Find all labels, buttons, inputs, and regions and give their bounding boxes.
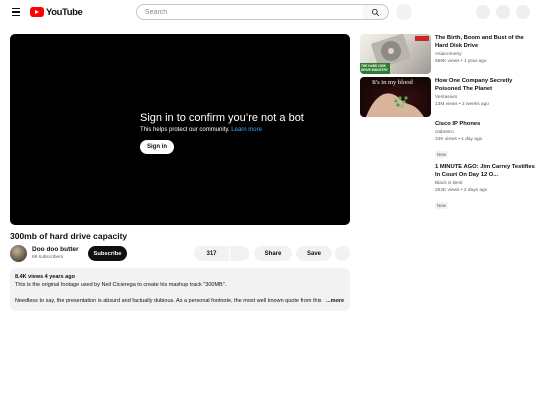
sign-in-button[interactable]: Sign in xyxy=(140,140,174,154)
account-avatar[interactable] xyxy=(516,5,530,19)
voice-search-button[interactable] xyxy=(396,4,412,20)
channel-name[interactable]: Doo doo butter xyxy=(32,246,79,254)
description-line: Needless to say, the presentation is abs… xyxy=(15,298,322,304)
dislike-button[interactable] xyxy=(230,246,249,261)
menu-icon[interactable] xyxy=(9,5,23,19)
related-title: 1 MINUTE AGO: Jim Carrey Testifies In Co… xyxy=(435,164,535,178)
search-input[interactable] xyxy=(136,4,363,20)
related-meta: 34K views • 1 day ago xyxy=(435,137,483,142)
subscriber-count: 69 subscribers xyxy=(32,255,64,260)
related-info: How One Company Secretly Poisoned The Pl… xyxy=(435,77,535,108)
related-meta: 655K views • 1 year ago xyxy=(435,59,487,64)
new-badge: New xyxy=(435,202,449,209)
search-button[interactable] xyxy=(362,4,389,20)
save-button[interactable]: Save xyxy=(296,246,332,261)
thumbnail-caption: THE HARD DISK DRIVE INDUSTRY xyxy=(361,64,388,72)
related-title: The Birth, Boom and Bust of the Hard Dis… xyxy=(435,35,524,49)
create-icon[interactable] xyxy=(476,5,490,19)
subscribe-button[interactable]: Subscribe xyxy=(88,246,127,261)
related-meta: 262K views • 2 days ago xyxy=(435,188,488,193)
related-info: The Birth, Boom and Bust of the Hard Dis… xyxy=(435,34,535,65)
thumbnail-caption: It's in my blood xyxy=(372,79,413,86)
related-title: How One Company Secretly Poisoned The Pl… xyxy=(435,78,513,92)
view-count-date: 8.4K views 4 years ago xyxy=(15,274,75,280)
like-button[interactable]: 317 xyxy=(194,246,229,261)
description-box[interactable]: 8.4K views 4 years ago This is the origi… xyxy=(10,268,350,311)
related-channel: clabretro xyxy=(435,130,454,135)
learn-more-link[interactable]: Learn more xyxy=(231,127,262,133)
related-channel: Black is Best xyxy=(435,181,463,186)
related-video[interactable]: 1 MINUTE AGO: Jim Carrey Testifies In Co… xyxy=(360,163,535,209)
bot-check-message: Sign in to confirm you’re not a bot This… xyxy=(140,112,304,154)
bot-check-subtitle: This helps protect our community. Learn … xyxy=(140,126,304,135)
related-meta: 13M views • 2 weeks ago xyxy=(435,102,489,107)
related-video[interactable]: It's in my blood How One Company Secretl… xyxy=(360,77,535,117)
bot-check-title: Sign in to confirm you’re not a bot xyxy=(140,112,304,124)
search-icon xyxy=(371,8,379,16)
related-channel: Asianometry xyxy=(435,52,462,57)
related-info: Cisco IP Phones clabretro 34K views • 1 … xyxy=(435,120,535,161)
masthead: YouTube xyxy=(0,0,540,24)
youtube-logo[interactable]: YouTube xyxy=(30,6,83,18)
related-info: 1 MINUTE AGO: Jim Carrey Testifies In Co… xyxy=(435,163,535,212)
related-thumbnail[interactable]: It's in my blood xyxy=(360,77,431,117)
more-actions-button[interactable] xyxy=(335,246,350,261)
description-line: This is the original footage used by Nei… xyxy=(15,282,227,288)
video-player[interactable]: Sign in to confirm you’re not a bot This… xyxy=(10,34,350,225)
new-badge: New xyxy=(435,151,449,158)
logo-text: YouTube xyxy=(46,6,83,18)
share-button[interactable]: Share xyxy=(254,246,292,261)
youtube-play-icon xyxy=(30,7,44,17)
description-more-button[interactable]: ...more xyxy=(324,297,345,305)
bot-check-subtitle-text: This helps protect our community. xyxy=(140,127,230,133)
related-thumbnail[interactable]: THE HARD DISK DRIVE INDUSTRY xyxy=(360,34,431,74)
related-video[interactable]: Cisco IP Phones clabretro 34K views • 1 … xyxy=(360,120,535,160)
video-title: 300mb of hard drive capacity xyxy=(10,231,128,241)
channel-avatar[interactable] xyxy=(10,245,27,262)
related-title: Cisco IP Phones xyxy=(435,121,481,127)
related-video[interactable]: THE HARD DISK DRIVE INDUSTRY The Birth, … xyxy=(360,34,535,74)
notifications-icon[interactable] xyxy=(496,5,510,19)
related-channel: Veritasium xyxy=(435,95,458,100)
